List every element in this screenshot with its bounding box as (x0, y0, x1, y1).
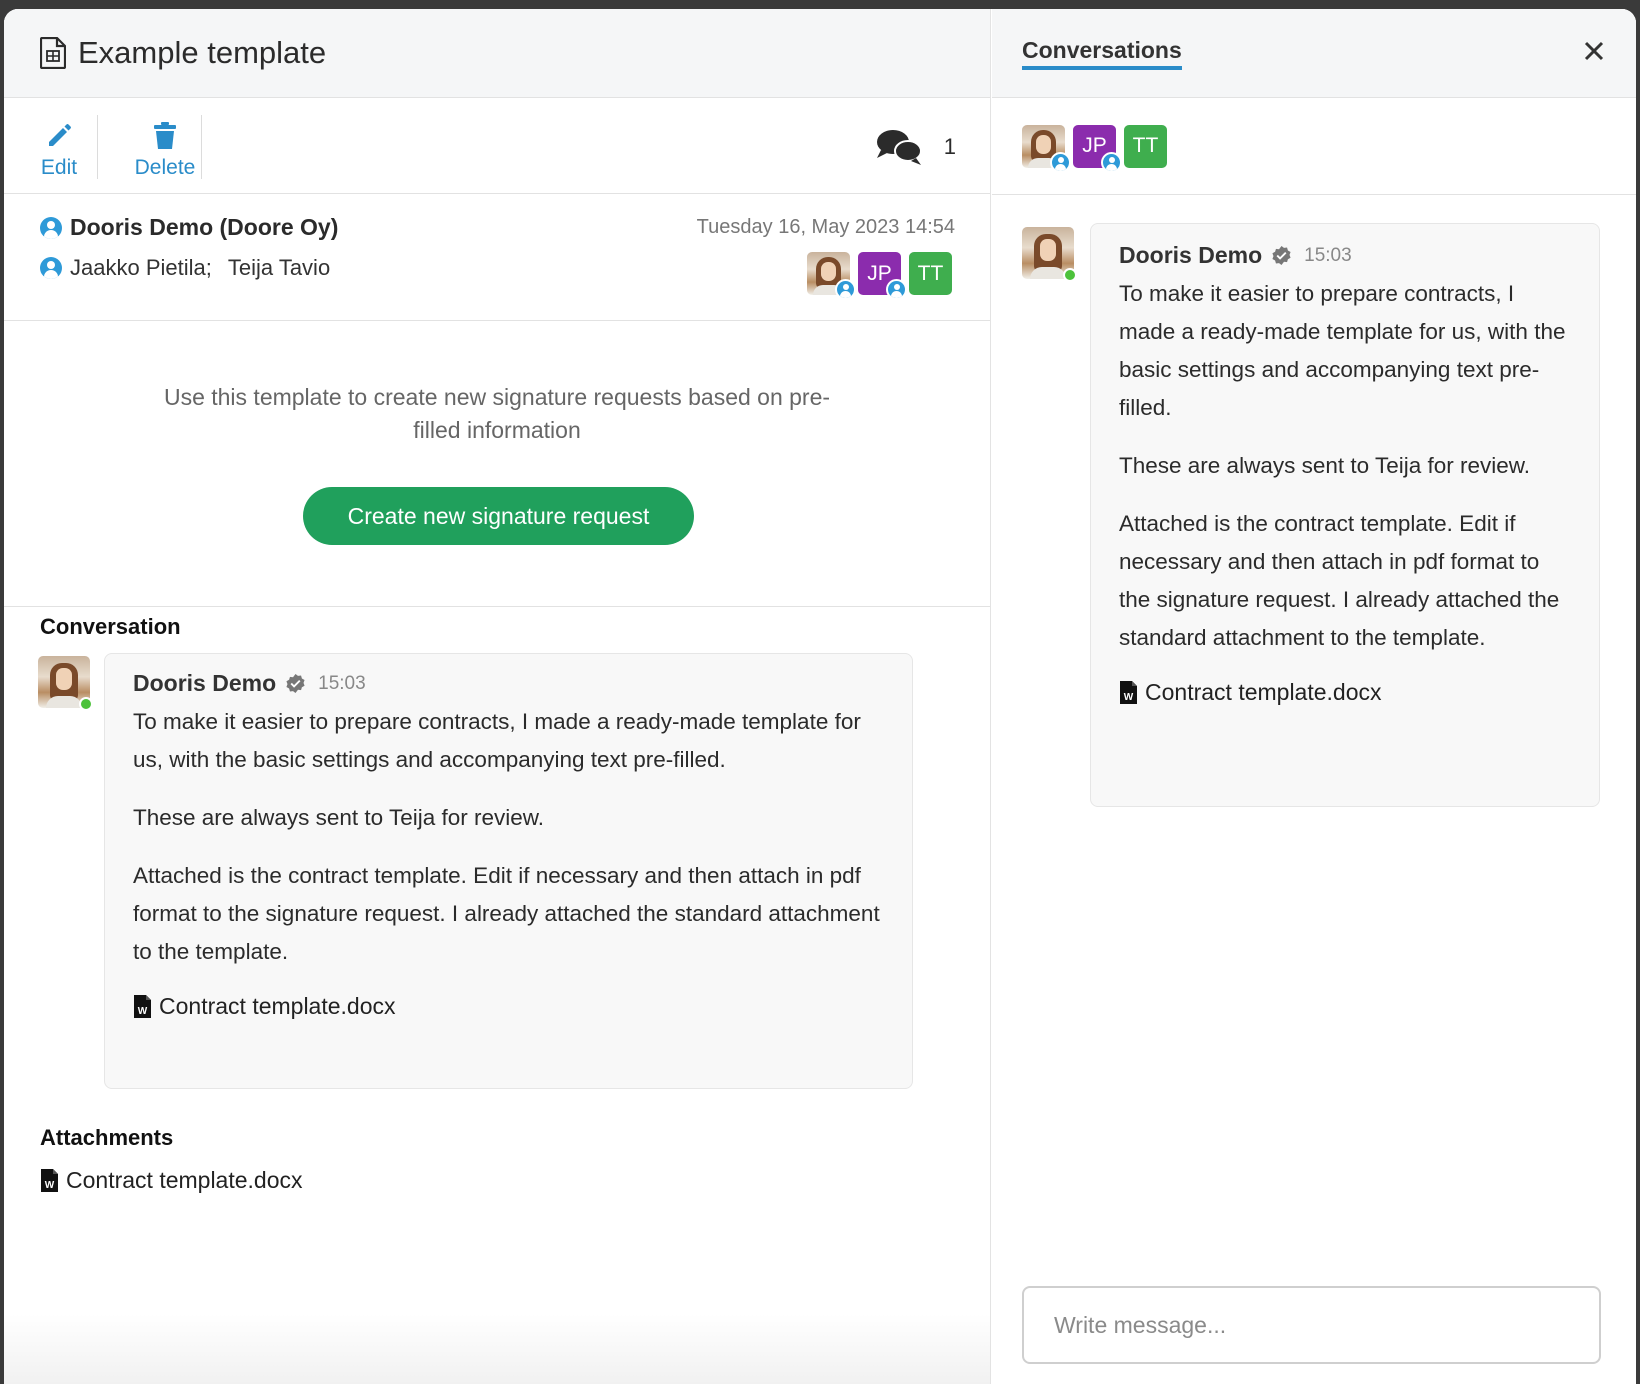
delete-button[interactable]: Delete (119, 112, 211, 180)
usage-description: Use this template to create new signatur… (163, 384, 831, 443)
avatar[interactable] (807, 252, 856, 300)
message-input[interactable] (1022, 1286, 1601, 1364)
message-author: Dooris Demo (1119, 242, 1263, 268)
user-icon (40, 216, 62, 239)
scroll-fade (4, 1314, 990, 1384)
message-card: Dooris Demo 15:03 To make it easier to p… (104, 653, 913, 1089)
svg-text:W: W (138, 1006, 148, 1017)
participant-avatars: JP TT (992, 98, 1636, 195)
recipient-name: Teija Tavio (227, 255, 331, 280)
attachment-filename: Contract template.docx (66, 1167, 303, 1193)
conversations-panel: Conversations JP TT Dooris Demo 15:03 To… (992, 9, 1636, 1384)
owner: Dooris Demo (Doore Oy) (40, 214, 338, 241)
message-author-avatar[interactable] (1022, 227, 1077, 282)
avatar[interactable]: TT (909, 252, 952, 295)
template-usage-block: Use this template to create new signatur… (4, 321, 990, 607)
template-header: Example template (4, 9, 990, 98)
toolbar: Edit Delete 1 (4, 98, 990, 194)
word-file-icon: W (41, 1169, 58, 1192)
user-icon (40, 257, 62, 279)
message-header: Dooris Demo 15:03 (133, 670, 884, 697)
conversation-count: 1 (943, 134, 956, 159)
avatar[interactable]: TT (1124, 124, 1167, 168)
edit-label: Edit (40, 156, 78, 179)
svg-text:W: W (45, 1180, 55, 1191)
toolbar-divider (97, 115, 98, 179)
user-badge-icon (886, 279, 907, 300)
pencil-icon (49, 124, 71, 146)
template-window: Example template Edit Delete 1 Dooris De… (4, 9, 1636, 1384)
message-author-avatar[interactable] (38, 656, 93, 711)
message-paragraph: These are always sent to Teija for revie… (133, 805, 545, 830)
avatar[interactable] (1022, 124, 1071, 173)
message-paragraph: Attached is the contract template. Edit … (1119, 511, 1560, 650)
verified-badge-icon (286, 673, 305, 694)
message-attachment-link[interactable]: W Contract template.docx (133, 993, 884, 1020)
user-badge-icon (835, 279, 856, 300)
attachments-heading: Attachments (40, 1125, 174, 1150)
page-title: Example template (78, 35, 327, 70)
created-date: Tuesday 16, May 2023 14:54 (696, 216, 955, 238)
conversation-count-button[interactable]: 1 (876, 128, 956, 166)
template-pane: Example template Edit Delete 1 Dooris De… (4, 9, 991, 1384)
user-badge-icon (1101, 151, 1122, 173)
avatar-initials: TT (1132, 134, 1159, 157)
online-status-icon (1063, 268, 1077, 282)
message-paragraph: Attached is the contract template. Edit … (133, 863, 880, 964)
user-badge-icon (1050, 151, 1071, 173)
close-icon[interactable] (1582, 39, 1606, 63)
message-attachment-link[interactable]: W Contract template.docx (1119, 679, 1571, 706)
attachment-link[interactable]: W Contract template.docx (40, 1167, 303, 1194)
template-document-icon (40, 37, 66, 69)
attachment-filename: Contract template.docx (159, 993, 396, 1019)
trash-icon (154, 122, 176, 149)
message-paragraph: To make it easier to prepare contracts, … (1119, 281, 1566, 420)
avatar-initials: TT (917, 261, 944, 285)
template-meta: Dooris Demo (Doore Oy) Jaakko Pietila; T… (4, 194, 990, 321)
message-time: 15:03 (318, 672, 366, 694)
recipients: Jaakko Pietila; Teija Tavio (40, 255, 330, 281)
attachment-filename: Contract template.docx (1145, 679, 1382, 705)
delete-label: Delete (134, 156, 196, 179)
recipient-name: Jaakko Pietila; (70, 255, 212, 280)
message-paragraph: To make it easier to prepare contracts, … (133, 709, 861, 772)
avatar[interactable]: JP (858, 252, 907, 300)
avatar[interactable]: JP (1073, 124, 1122, 173)
message-card: Dooris Demo 15:03 To make it easier to p… (1090, 223, 1600, 807)
tab-conversations[interactable]: Conversations (1022, 37, 1182, 70)
toolbar-divider (201, 115, 202, 179)
word-file-icon: W (134, 995, 151, 1018)
message-header: Dooris Demo 15:03 (1119, 242, 1571, 269)
owner-name: Dooris Demo (Doore Oy) (70, 214, 339, 240)
participant-avatars: JP TT (807, 252, 952, 300)
online-status-icon (79, 697, 93, 711)
message-time: 15:03 (1304, 244, 1352, 266)
conversations-header: Conversations (992, 9, 1636, 98)
word-file-icon: W (1120, 681, 1137, 704)
create-signature-request-button[interactable]: Create new signature request (303, 487, 694, 545)
edit-button[interactable]: Edit (38, 112, 80, 180)
message-author: Dooris Demo (133, 670, 277, 696)
verified-badge-icon (1272, 245, 1291, 266)
chat-bubbles-icon (876, 130, 922, 165)
svg-text:W: W (1124, 692, 1134, 703)
conversation-heading: Conversation (40, 614, 181, 639)
message-paragraph: These are always sent to Teija for revie… (1119, 453, 1531, 478)
